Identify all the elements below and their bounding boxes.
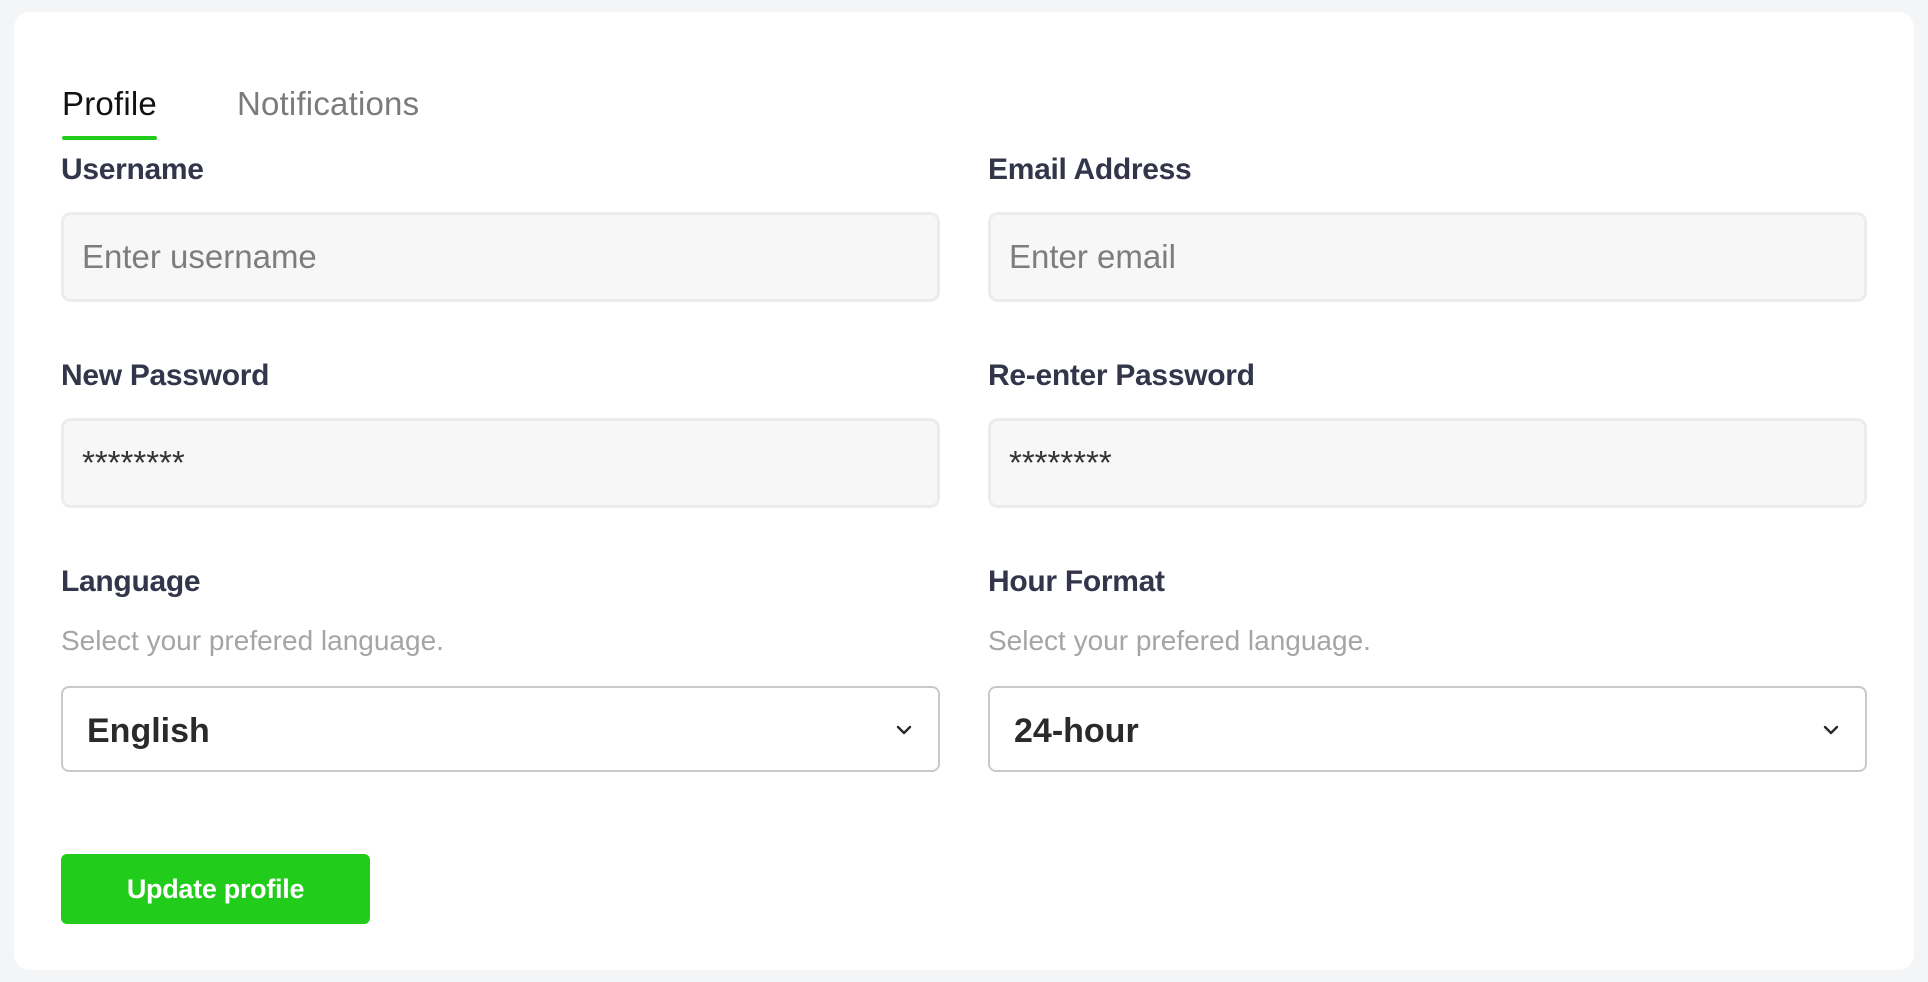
language-label: Language (61, 565, 201, 598)
chevron-down-icon (896, 725, 912, 735)
tab-profile-label: Profile (62, 85, 157, 122)
reenter-password-field: Re-enter Password (988, 358, 1867, 508)
email-field: Email Address (988, 152, 1867, 302)
language-field: Language Select your prefered language. … (61, 564, 940, 772)
reenter-password-input[interactable] (988, 418, 1867, 508)
hour-format-select[interactable]: 24-hour (988, 686, 1867, 772)
language-selected-value: English (87, 712, 210, 750)
email-input[interactable] (988, 212, 1867, 302)
language-helper-text: Select your prefered language. (61, 625, 444, 656)
tab-notifications[interactable]: Notifications (237, 70, 419, 140)
hour-format-field: Hour Format Select your prefered languag… (988, 564, 1867, 772)
tab-profile[interactable]: Profile (62, 70, 157, 140)
hour-format-label: Hour Format (988, 565, 1165, 598)
profile-settings-card: Profile Notifications Username Email Add… (14, 12, 1914, 970)
active-tab-indicator (62, 136, 157, 140)
email-label: Email Address (988, 153, 1192, 186)
username-field: Username (61, 152, 940, 302)
hour-format-helper-text: Select your prefered language. (988, 625, 1371, 656)
reenter-password-label: Re-enter Password (988, 359, 1255, 392)
new-password-field: New Password (61, 358, 940, 508)
chevron-down-icon (1823, 725, 1839, 735)
new-password-input[interactable] (61, 418, 940, 508)
settings-tabs: Profile Notifications (62, 70, 419, 140)
language-select[interactable]: English (61, 686, 940, 772)
hour-format-selected-value: 24-hour (1014, 712, 1139, 750)
update-profile-button[interactable]: Update profile (61, 854, 370, 924)
tab-notifications-label: Notifications (236, 85, 420, 122)
new-password-label: New Password (61, 359, 270, 392)
username-input[interactable] (61, 212, 940, 302)
username-label: Username (61, 153, 204, 186)
